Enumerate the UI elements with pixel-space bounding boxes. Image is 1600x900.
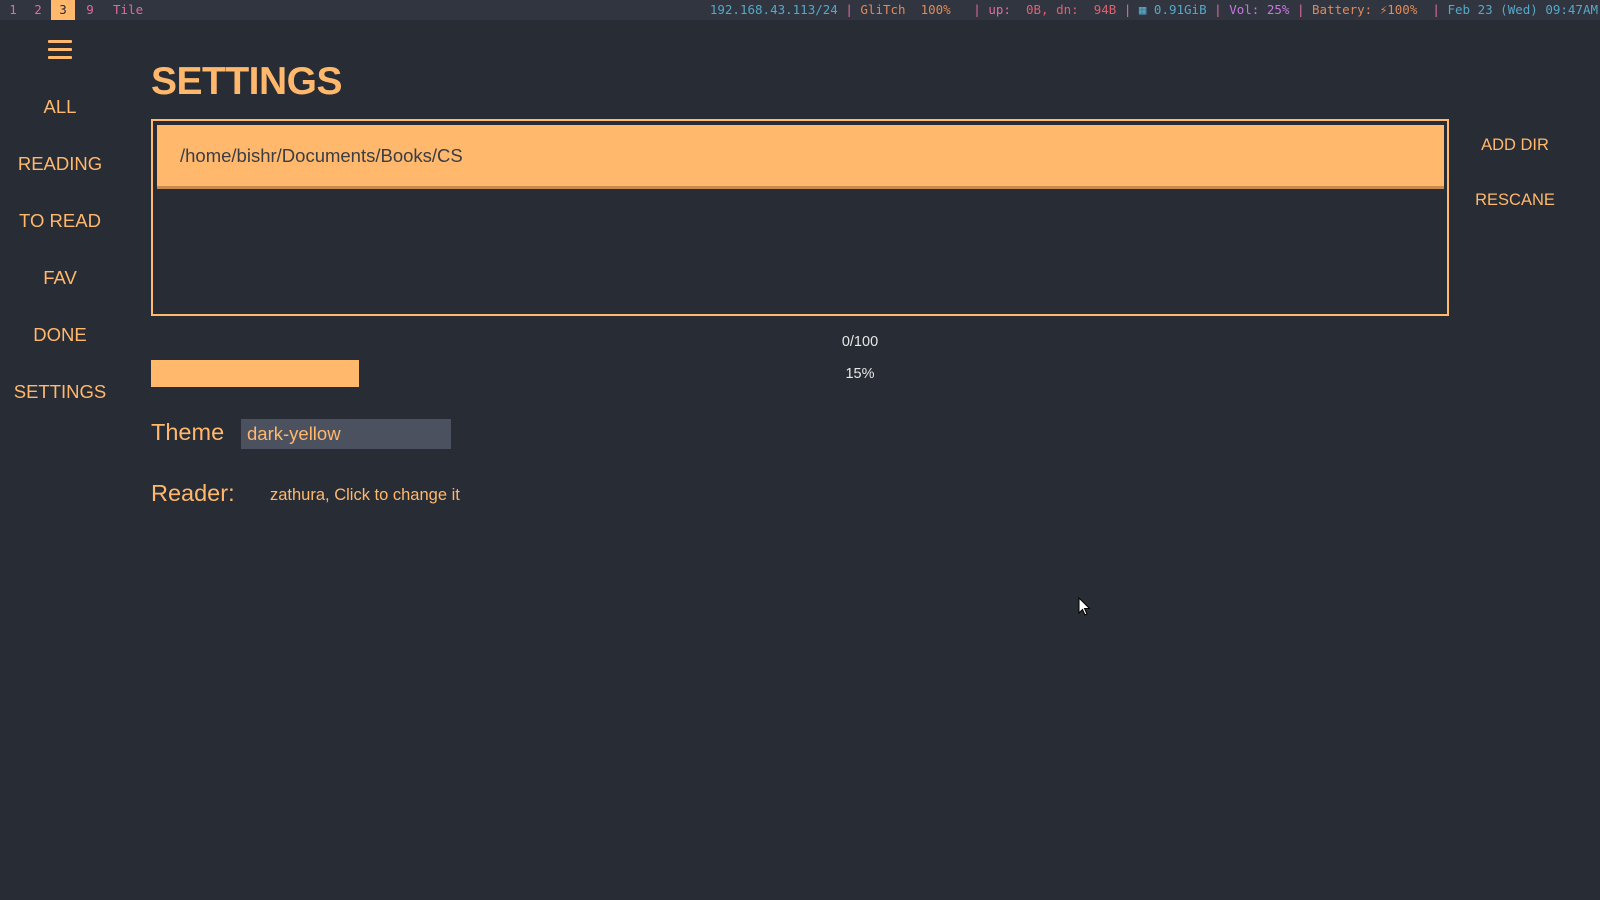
rescan-button[interactable]: RESCANE xyxy=(1470,191,1560,210)
status-bar: 1 2 3 9 Tile 192.168.43.113/24 | GliTch … xyxy=(0,0,1600,20)
workspace-2[interactable]: 2 xyxy=(26,0,50,20)
status-segment: ▦ 0.91GiB xyxy=(1138,2,1215,17)
scan-count: 0/100 xyxy=(841,334,879,350)
workspace-3[interactable]: 3 xyxy=(51,0,75,20)
status-segment: | xyxy=(1296,2,1312,17)
directory-item[interactable]: /home/bishr/Documents/Books/CS xyxy=(157,125,1444,189)
theme-select[interactable]: dark-yellow xyxy=(241,419,451,449)
status-segment: 0B, dn: 94B xyxy=(1025,2,1124,17)
reader-change-button[interactable]: zathura, Click to change it xyxy=(270,486,460,505)
mouse-pointer-icon xyxy=(1078,597,1091,616)
sidebar-item-reading[interactable]: READING xyxy=(0,149,120,206)
page-title: SETTINGS xyxy=(151,60,343,103)
status-segment: | up: xyxy=(973,2,1026,17)
workspace-1[interactable]: 1 xyxy=(1,0,25,20)
sidebar-item-all[interactable]: ALL xyxy=(0,92,120,149)
sidebar-item-done[interactable]: DONE xyxy=(0,320,120,377)
scan-progress-percent: 15% xyxy=(845,366,875,382)
status-segment: | xyxy=(1123,2,1139,17)
status-segment: 192.168.43.113/24 xyxy=(709,2,846,17)
status-segment: GliTch 100% xyxy=(860,2,974,17)
add-dir-button[interactable]: ADD DIR xyxy=(1470,136,1560,155)
sidebar-nav: ALL READING TO READ FAV DONE SETTINGS xyxy=(0,92,120,434)
sidebar-item-to-read[interactable]: TO READ xyxy=(0,206,120,263)
status-segment: | xyxy=(1214,2,1230,17)
scan-progress-fill xyxy=(151,360,359,387)
status-segment: Battery: ⚡100% xyxy=(1312,2,1433,17)
status-segment: Feb 23 (Wed) 09:47AM xyxy=(1447,2,1598,17)
system-status: 192.168.43.113/24 | GliTch 100% | up: 0B… xyxy=(710,0,1598,20)
directory-list[interactable]: /home/bishr/Documents/Books/CS xyxy=(151,119,1449,316)
workspace-9[interactable]: 9 xyxy=(78,0,102,20)
status-segment: Vol: 25% xyxy=(1229,2,1297,17)
status-segment: | xyxy=(845,2,861,17)
sidebar-item-fav[interactable]: FAV xyxy=(0,263,120,320)
reader-label: Reader: xyxy=(151,480,235,506)
sidebar-item-settings[interactable]: SETTINGS xyxy=(0,377,120,434)
hamburger-menu-icon[interactable] xyxy=(48,40,72,60)
layout-name: Tile xyxy=(113,2,144,17)
status-segment: | xyxy=(1432,2,1448,17)
theme-label: Theme xyxy=(151,419,225,445)
